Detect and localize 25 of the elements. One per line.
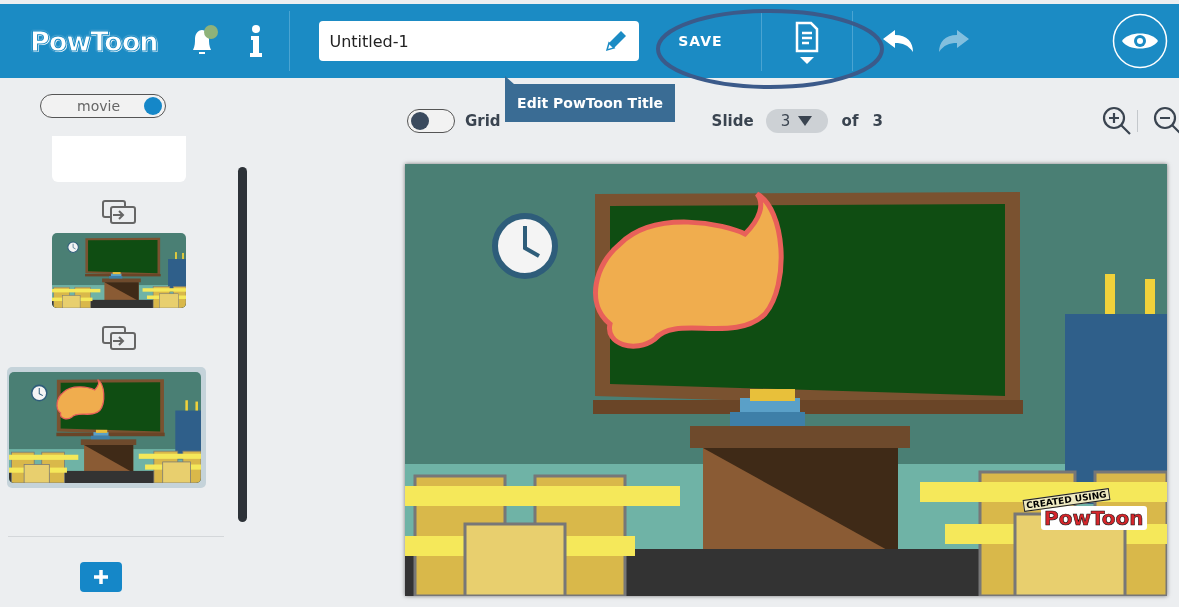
slide-label: Slide <box>711 112 754 130</box>
slide-thumbnail[interactable] <box>7 367 206 488</box>
title-field[interactable]: Untitled-1 <box>319 21 640 61</box>
tooltip: Edit PowToon Title <box>505 76 675 122</box>
info-icon[interactable] <box>249 24 264 58</box>
slide-thumbnail[interactable] <box>52 233 186 308</box>
save-button[interactable]: SAVE <box>639 21 762 61</box>
plus-icon <box>93 569 109 585</box>
transition-icon[interactable] <box>101 325 137 351</box>
movie-mode-toggle[interactable]: movie <box>40 94 166 118</box>
transition-icon[interactable] <box>101 199 137 225</box>
document-menu-icon[interactable] <box>794 21 821 65</box>
undo-icon[interactable] <box>881 28 916 54</box>
grid-toggle[interactable] <box>407 109 455 133</box>
watermark-logo: PowToon <box>1041 506 1147 530</box>
slide-dropdown[interactable]: 3 <box>765 109 828 133</box>
of-label: of <box>841 112 859 130</box>
caret-icon <box>798 116 813 126</box>
logo[interactable]: PowToon <box>30 25 158 57</box>
zoom-in-icon[interactable] <box>1100 105 1133 137</box>
scrollbar[interactable] <box>238 167 247 522</box>
grid-label: Grid <box>465 112 501 130</box>
preview-eye-icon[interactable] <box>1112 13 1168 69</box>
slide-total: 3 <box>872 112 883 130</box>
add-slide-button[interactable] <box>80 562 122 592</box>
